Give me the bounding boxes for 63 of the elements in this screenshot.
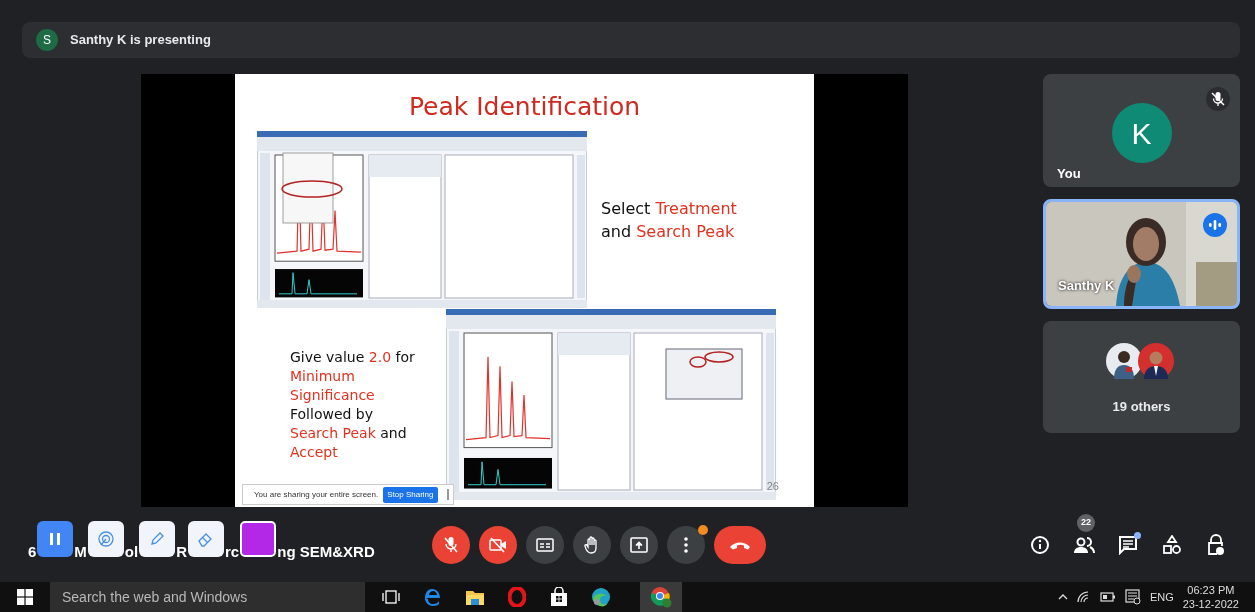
captions-icon	[536, 537, 554, 552]
meeting-title-text: ng SEM&XRD	[277, 542, 375, 563]
folder-icon	[465, 588, 485, 606]
shapes-icon	[1162, 535, 1182, 555]
eraser-button[interactable]	[188, 520, 225, 557]
more-icon	[684, 536, 688, 553]
presenter-text: Santhy K is presenting	[70, 31, 211, 50]
share-notice-text: You are sharing your entire screen.	[254, 488, 379, 501]
mic-off-icon	[443, 535, 459, 554]
battery-icon	[1099, 592, 1116, 602]
slide-text: Select Treatment and Search Peak	[601, 197, 737, 243]
taskbar-app[interactable]	[640, 582, 682, 612]
others-label: 19 others	[1112, 398, 1171, 416]
search-field[interactable]: Search the web and Windows	[50, 582, 365, 612]
windows-logo-icon	[17, 589, 33, 605]
slide-text: Give value 2.0 for Minimum Significance Followed by Search Peak and Accept	[290, 347, 415, 462]
present-button[interactable]	[620, 525, 658, 564]
present-icon	[630, 536, 648, 553]
language-indicator[interactable]: ENG	[1149, 588, 1174, 606]
captions-button[interactable]	[526, 525, 564, 564]
laser-pointer-icon	[96, 529, 115, 548]
avatar: K	[1111, 103, 1172, 163]
meeting-title-text: 6	[28, 542, 37, 563]
task-view-icon	[382, 590, 400, 604]
more-button[interactable]	[667, 525, 705, 564]
color-swatch[interactable]	[240, 520, 277, 557]
chat-icon	[1118, 535, 1138, 555]
participant-name: You	[1057, 165, 1081, 183]
wifi-icon	[1076, 591, 1091, 603]
opera-icon	[508, 587, 526, 607]
chevron-up-icon	[1057, 594, 1068, 600]
camera-button[interactable]	[479, 525, 517, 564]
stop-sharing-button[interactable]: Stop Sharing	[383, 486, 438, 503]
clock-time: 06:23 PM	[1187, 583, 1235, 597]
pen-button[interactable]	[139, 520, 176, 557]
hand-button[interactable]	[573, 525, 611, 564]
meeting-title-text: M	[74, 542, 87, 563]
count-badge: 22	[1077, 514, 1095, 532]
store-icon	[550, 587, 568, 607]
lock-icon	[1207, 534, 1225, 556]
notification-icon	[1124, 589, 1141, 605]
participant-name: Santhy K	[1058, 276, 1115, 295]
meeting-title-text: R	[176, 542, 188, 563]
clock-date: 23-12-2022	[1182, 597, 1239, 611]
pause-icon	[49, 531, 62, 546]
hand-icon	[584, 535, 600, 554]
people-icon	[1073, 536, 1095, 554]
meeting-title-text: ol	[124, 542, 139, 563]
avatar: S	[36, 29, 58, 51]
camera-off-icon	[489, 536, 507, 553]
end-button[interactable]	[714, 525, 766, 564]
laser-button[interactable]	[87, 520, 124, 557]
pause-button[interactable]	[37, 520, 74, 557]
pen-icon	[149, 530, 166, 547]
chrome-browser-icon	[650, 586, 672, 608]
browser-icon	[591, 587, 611, 607]
info-icon	[1030, 535, 1050, 555]
slide-title: Peak Identification	[408, 91, 641, 123]
slide-number: 26	[766, 478, 779, 494]
minimize-button[interactable]	[446, 489, 449, 500]
meeting-title-text: rc	[225, 542, 240, 563]
edge-browser-icon	[423, 587, 443, 607]
mic-button[interactable]	[432, 525, 470, 564]
